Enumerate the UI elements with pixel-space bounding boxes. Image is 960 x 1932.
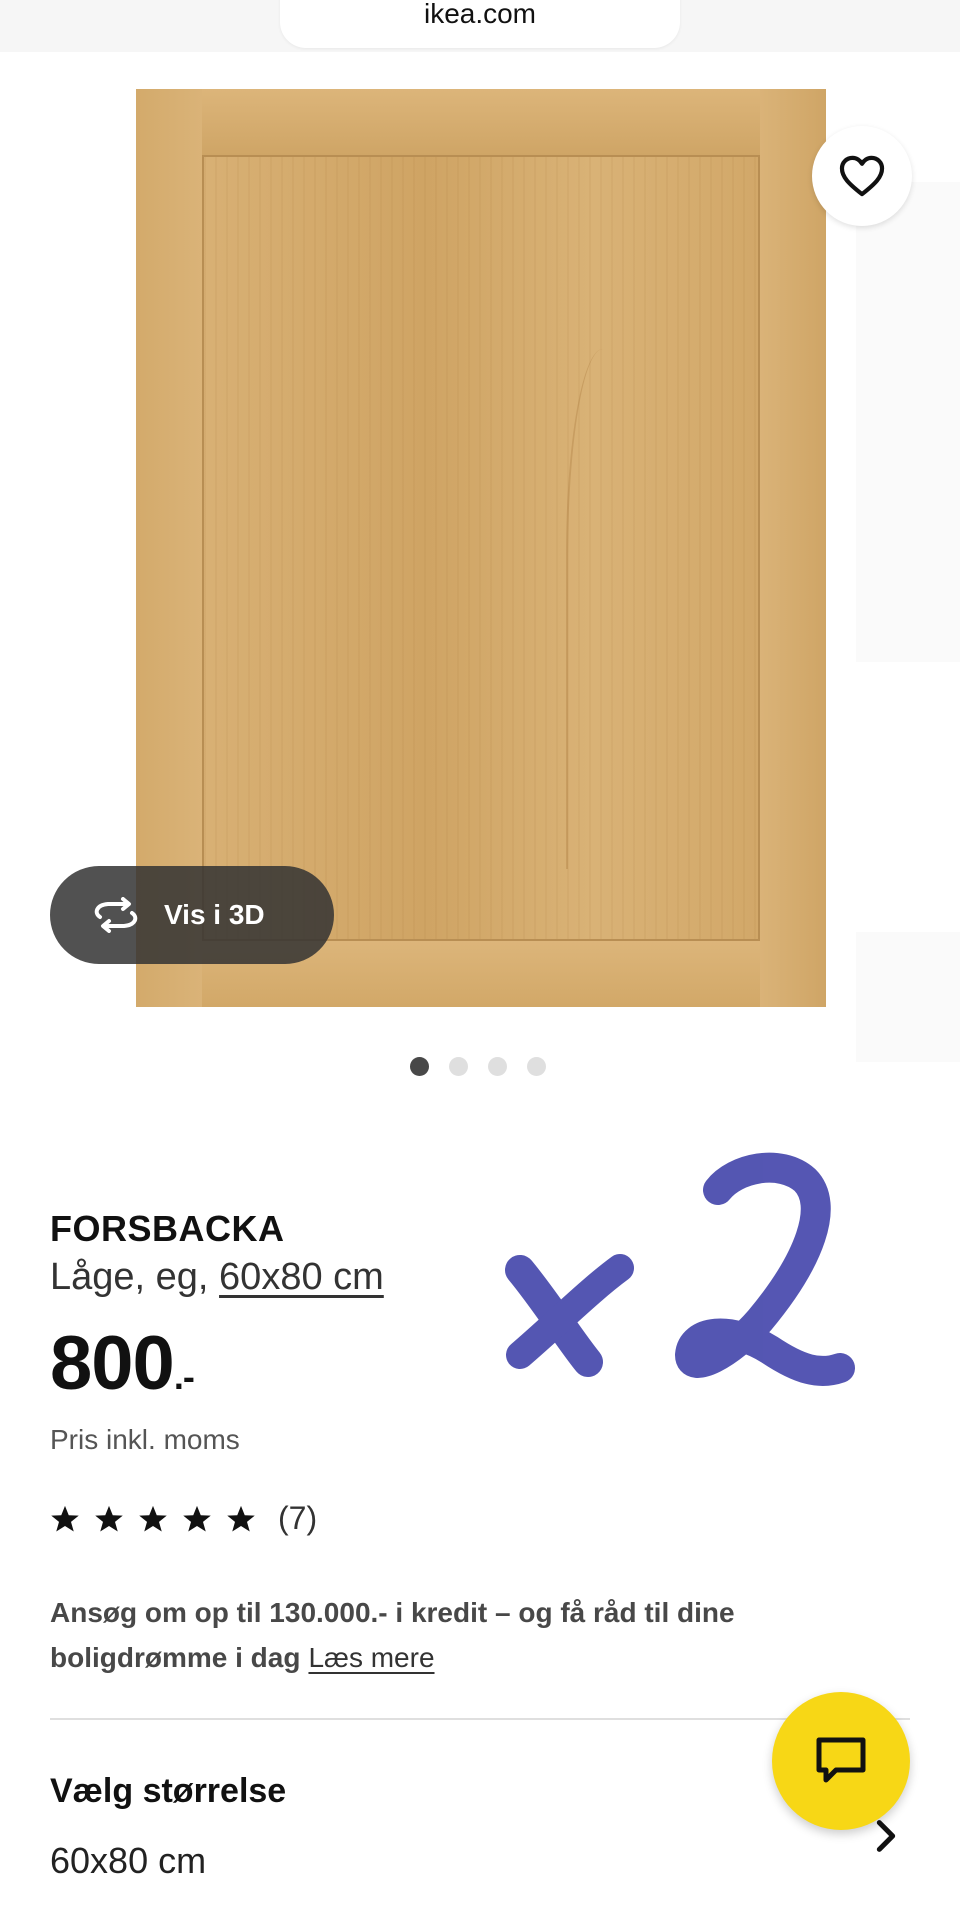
door-rail-top bbox=[202, 89, 760, 157]
star-icon bbox=[95, 1505, 123, 1531]
product-size-link[interactable]: 60x80 cm bbox=[219, 1256, 384, 1298]
gallery-dot-1[interactable] bbox=[410, 1057, 429, 1076]
star-icon bbox=[139, 1505, 167, 1531]
gallery-dot-4[interactable] bbox=[527, 1057, 546, 1076]
truncated-tab-text bbox=[222, 0, 262, 6]
gallery-pagination bbox=[410, 1057, 546, 1076]
browser-top-bar: ikea.com bbox=[0, 0, 960, 52]
door-panel bbox=[204, 157, 758, 939]
star-icon bbox=[183, 1505, 211, 1531]
size-selector-value[interactable]: 60x80 cm bbox=[50, 1840, 206, 1882]
heart-icon bbox=[839, 155, 885, 197]
view-3d-button[interactable]: Vis i 3D bbox=[50, 866, 334, 964]
view-3d-label: Vis i 3D bbox=[164, 899, 265, 930]
rating[interactable]: (7) bbox=[50, 1500, 317, 1537]
gallery-dot-2[interactable] bbox=[449, 1057, 468, 1076]
rotate-3d-icon bbox=[94, 897, 138, 933]
address-url: ikea.com bbox=[423, 0, 537, 29]
product-description: Låge, eg, 60x80 cm bbox=[50, 1256, 384, 1299]
star-icon bbox=[227, 1505, 255, 1531]
price-value: 800 bbox=[50, 1321, 175, 1406]
read-more-link[interactable]: Læs mere bbox=[308, 1642, 434, 1673]
gallery-dot-3[interactable] bbox=[488, 1057, 507, 1076]
chat-icon bbox=[816, 1737, 866, 1783]
size-selector-title: Vælg størrelse bbox=[50, 1772, 287, 1810]
price-suffix: .- bbox=[173, 1356, 195, 1397]
next-image-peek[interactable] bbox=[856, 182, 960, 662]
handwritten-x2-annotation bbox=[505, 1152, 855, 1386]
star-icon bbox=[51, 1505, 79, 1531]
door-stile-right bbox=[758, 89, 826, 1007]
next-image-peek-lower[interactable] bbox=[856, 932, 960, 1062]
chat-button[interactable] bbox=[772, 1692, 910, 1830]
product-name: FORSBACKA bbox=[50, 1208, 285, 1249]
product-type: Låge, eg, bbox=[50, 1256, 220, 1298]
favorite-button[interactable] bbox=[812, 126, 912, 226]
section-divider bbox=[50, 1718, 910, 1720]
credit-offer: Ansøg om op til 130.000.- i kredit – og … bbox=[50, 1590, 870, 1680]
price-note: Pris inkl. moms bbox=[50, 1424, 240, 1455]
product-price: 800.- bbox=[50, 1320, 195, 1407]
address-bar[interactable]: ikea.com bbox=[280, 0, 680, 48]
wood-grain bbox=[566, 349, 658, 869]
review-count[interactable]: (7) bbox=[278, 1500, 317, 1537]
